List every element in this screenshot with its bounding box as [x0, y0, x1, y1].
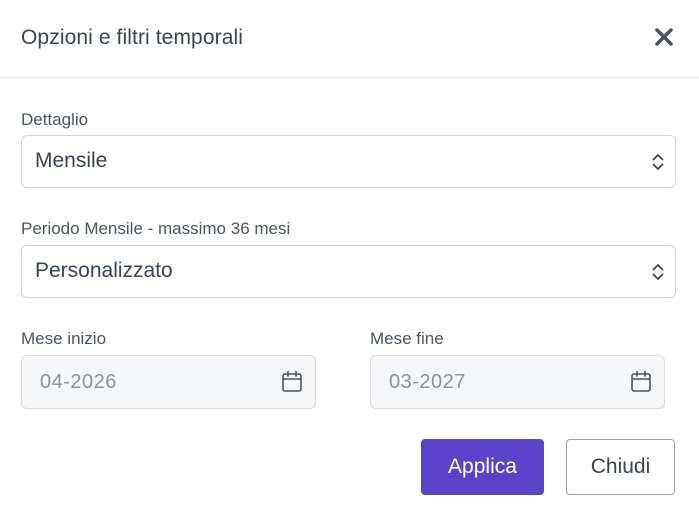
- dettaglio-selected-value: Mensile: [35, 149, 108, 172]
- calendar-icon[interactable]: [282, 371, 302, 392]
- chevron-up-down-icon: [652, 264, 664, 280]
- close-icon[interactable]: [653, 26, 675, 48]
- periodo-selected-value: Personalizzato: [35, 259, 173, 282]
- dettaglio-select[interactable]: Mensile: [21, 135, 676, 188]
- close-button[interactable]: Chiudi: [566, 439, 675, 495]
- dettaglio-label: Dettaglio: [21, 110, 89, 129]
- dialog-header: Opzioni e filtri temporali: [0, 0, 699, 78]
- dialog-title: Opzioni e filtri temporali: [21, 26, 244, 49]
- periodo-select[interactable]: Personalizzato: [21, 245, 676, 298]
- mese-fine-value: 03-2027: [389, 371, 466, 393]
- chevron-up-down-icon: [652, 154, 664, 170]
- periodo-label: Periodo Mensile - massimo 36 mesi: [21, 219, 291, 238]
- mese-inizio-value: 04-2026: [40, 371, 117, 393]
- apply-button[interactable]: Applica: [421, 439, 544, 495]
- calendar-icon[interactable]: [631, 371, 651, 392]
- mese-inizio-label: Mese inizio: [21, 329, 107, 348]
- mese-inizio-input[interactable]: 04-2026: [21, 355, 316, 409]
- mese-fine-label: Mese fine: [370, 329, 444, 348]
- mese-fine-input[interactable]: 03-2027: [370, 355, 665, 409]
- time-filters-dialog: Opzioni e filtri temporali Dettaglio Men…: [0, 0, 699, 515]
